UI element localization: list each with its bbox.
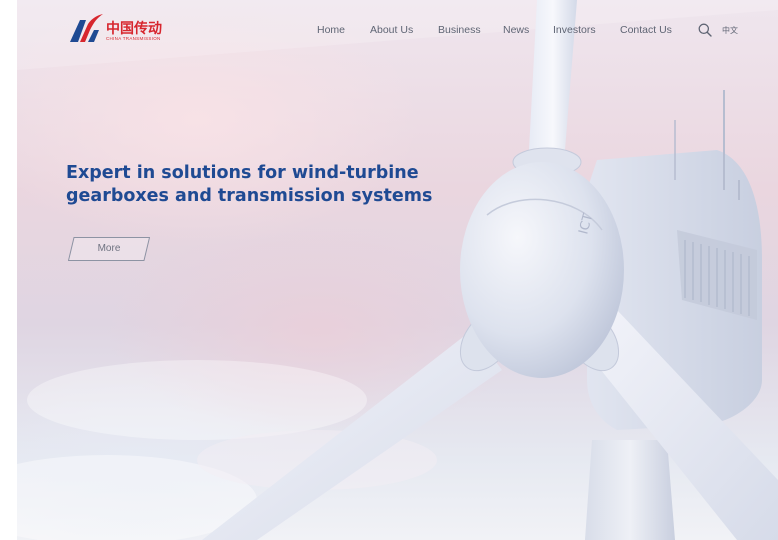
nav-business[interactable]: Business bbox=[438, 24, 481, 36]
more-button-label: More bbox=[97, 243, 121, 254]
nav-home[interactable]: Home bbox=[317, 24, 345, 36]
more-button[interactable]: More bbox=[68, 237, 150, 261]
nav-news[interactable]: News bbox=[503, 24, 529, 36]
hero-banner: ICT bbox=[17, 0, 778, 540]
nav-investors[interactable]: Investors bbox=[553, 24, 596, 36]
page: ICT 中国传动 China Transmission Home About U… bbox=[0, 0, 778, 540]
nav-about-us[interactable]: About Us bbox=[370, 24, 413, 36]
logo-chinese-name: 中国传动 bbox=[106, 21, 162, 37]
china-transmission-logo[interactable]: 中国传动 China Transmission bbox=[68, 12, 168, 44]
logo-english-name: China Transmission bbox=[106, 36, 161, 41]
logo-mark-icon bbox=[70, 14, 103, 42]
nav-contact-us[interactable]: Contact Us bbox=[620, 24, 672, 36]
hero-headline: Expert in solutions for wind-turbine gea… bbox=[66, 163, 433, 206]
wind-turbine-image: ICT bbox=[17, 0, 778, 540]
site-header: 中国传动 China Transmission Home About Us Bu… bbox=[0, 0, 778, 62]
language-switch[interactable]: 中文 bbox=[722, 25, 738, 36]
search-icon[interactable] bbox=[698, 23, 712, 37]
